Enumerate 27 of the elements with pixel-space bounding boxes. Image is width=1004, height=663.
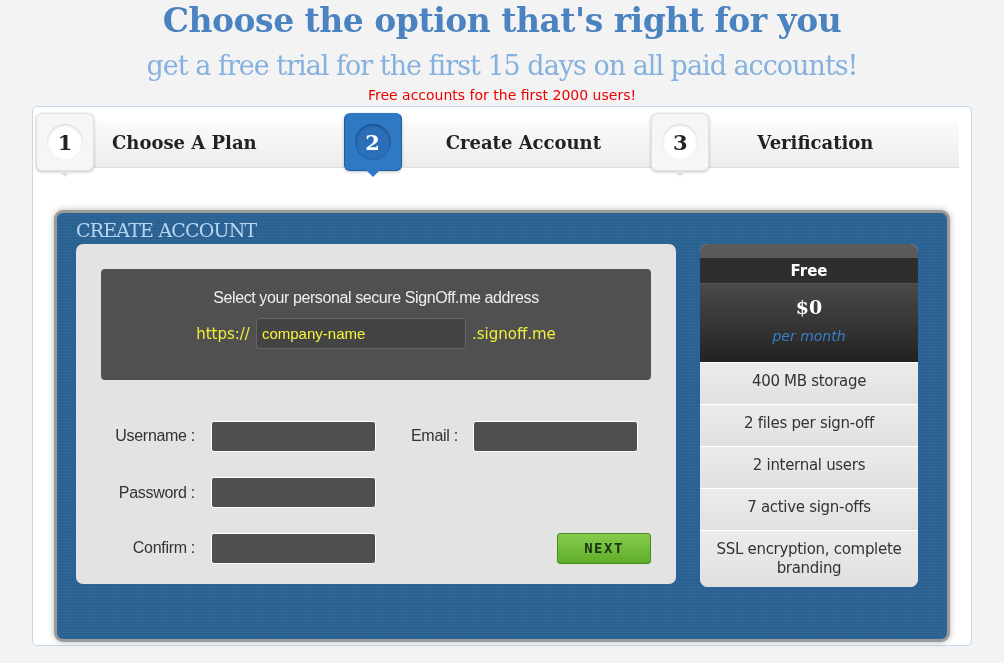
address-suffix: .signoff.me bbox=[471, 324, 556, 343]
page-heading: Choose the option that's right for you bbox=[161, 0, 843, 42]
input-field[interactable] bbox=[211, 477, 376, 508]
plan-name: Free bbox=[700, 258, 918, 284]
step-label: Choose A Plan bbox=[112, 132, 257, 153]
subdomain-field[interactable]: company-name bbox=[255, 318, 466, 349]
trial-subheading: get a free trial for the first 15 days on all paid accounts! bbox=[145, 50, 859, 82]
panel-title: CREATE ACCOUNT bbox=[76, 219, 257, 241]
plan-feature: SSL encryption, complete branding bbox=[700, 530, 918, 587]
step-number: 3 bbox=[662, 124, 699, 160]
field-label: Password : bbox=[117, 483, 196, 502]
plan-period: per month bbox=[771, 328, 847, 344]
plan-price: $0 bbox=[794, 296, 824, 318]
address-prefix: https:// bbox=[196, 324, 250, 343]
field-label: Email : bbox=[411, 427, 459, 445]
input-field[interactable] bbox=[211, 420, 376, 452]
step-number: 2 bbox=[354, 124, 391, 160]
step-label: Verification bbox=[757, 132, 874, 153]
field-label: Confirm : bbox=[131, 539, 196, 557]
step-number: 1 bbox=[47, 124, 83, 160]
input-field[interactable] bbox=[473, 420, 638, 452]
address-prompt: Select your personal secure SignOff.me address bbox=[213, 289, 539, 307]
free-accounts-notice: Free accounts for the first 2000 users! bbox=[366, 87, 638, 103]
next-button[interactable]: NEXT bbox=[557, 532, 651, 564]
step-label: Create Account bbox=[445, 132, 601, 153]
input-field[interactable] bbox=[211, 532, 376, 564]
field-label: Username : bbox=[114, 427, 196, 445]
